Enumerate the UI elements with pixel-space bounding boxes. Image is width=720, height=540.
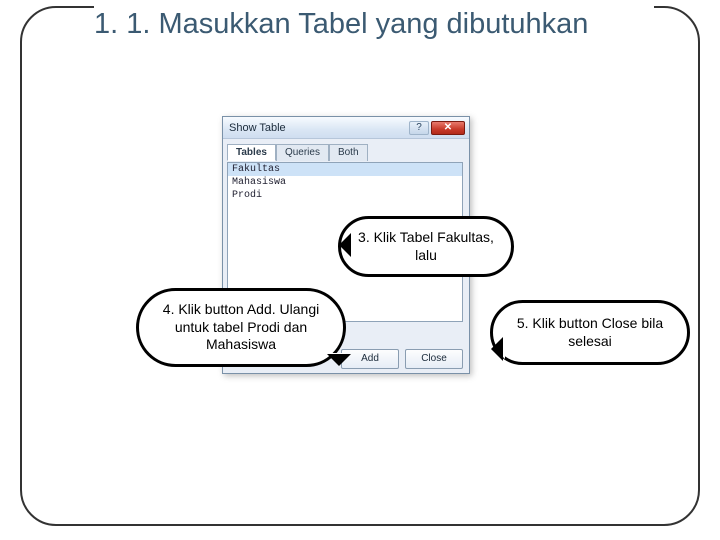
slide-frame: 1. 1. Masukkan Tabel yang dibutuhkan Sho… — [20, 6, 700, 526]
window-title: Show Table — [229, 122, 409, 134]
window-titlebar[interactable]: Show Table ? ✕ — [223, 117, 469, 139]
callout-step-4: 4. Klik button Add. Ulangi untuk tabel P… — [136, 288, 346, 367]
callout-step-5: 5. Klik button Close bila selesai — [490, 300, 690, 365]
tab-queries[interactable]: Queries — [276, 144, 329, 161]
tabstrip: Tables Queries Both — [227, 143, 465, 160]
help-icon[interactable]: ? — [409, 121, 429, 135]
tab-both[interactable]: Both — [329, 144, 368, 161]
close-icon[interactable]: ✕ — [431, 121, 465, 135]
dialog-actions: Add Close — [341, 349, 463, 369]
list-item[interactable]: Fakultas — [228, 163, 462, 176]
list-item[interactable]: Prodi — [228, 189, 462, 202]
close-button[interactable]: Close — [405, 349, 463, 369]
callout-step-3: 3. Klik Tabel Fakultas, lalu — [338, 216, 514, 277]
tab-tables[interactable]: Tables — [227, 144, 276, 161]
slide: 1. 1. Masukkan Tabel yang dibutuhkan Sho… — [0, 0, 720, 540]
slide-title: 1. 1. Masukkan Tabel yang dibutuhkan — [94, 6, 654, 47]
window-buttons: ? ✕ — [409, 121, 465, 135]
list-item[interactable]: Mahasiswa — [228, 176, 462, 189]
